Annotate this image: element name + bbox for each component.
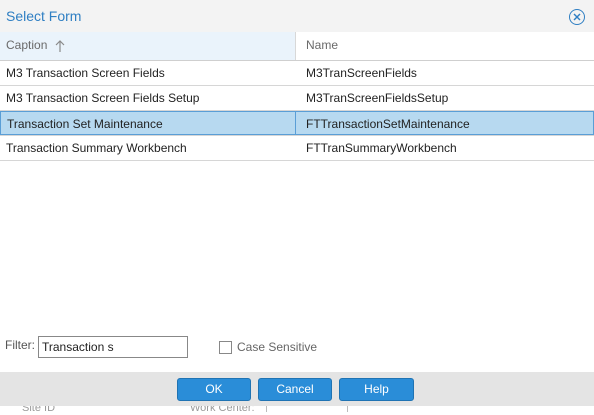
case-sensitive-label: Case Sensitive	[237, 340, 318, 354]
column-header-name-label: Name	[306, 38, 339, 52]
form-list: M3 Transaction Screen Fields M3TranScree…	[0, 61, 594, 161]
row-name: FTTransactionSetMaintenance	[296, 111, 594, 135]
help-button[interactable]: Help	[339, 378, 414, 401]
select-form-dialog: Select Form Caption Name M3 Transaction …	[0, 0, 594, 415]
close-x-glyph	[573, 13, 581, 21]
row-name: FTTranSummaryWorkbench	[306, 141, 457, 155]
table-row-selected[interactable]: Transaction Set Maintenance FTTransactio…	[0, 111, 594, 136]
column-header-caption-label: Caption	[6, 38, 48, 52]
background-select	[266, 406, 348, 412]
column-header-name[interactable]: Name	[296, 32, 594, 60]
background-window-strip: Site ID Work Center:	[0, 406, 594, 415]
ok-button[interactable]: OK	[177, 378, 251, 401]
row-caption: M3 Transaction Screen Fields	[6, 66, 165, 80]
dialog-titlebar: Select Form	[0, 0, 594, 33]
row-caption: Transaction Summary Workbench	[6, 141, 187, 155]
row-caption: M3 Transaction Screen Fields Setup	[6, 91, 200, 105]
row-name: M3TranScreenFields	[306, 66, 417, 80]
filter-input[interactable]	[38, 336, 188, 358]
sort-ascending-icon	[55, 32, 65, 63]
table-row[interactable]: M3 Transaction Screen Fields M3TranScree…	[0, 61, 594, 86]
row-caption: Transaction Set Maintenance	[0, 111, 296, 135]
table-row[interactable]: Transaction Summary Workbench FTTranSumm…	[0, 136, 594, 161]
background-work-center-label: Work Center:	[190, 406, 255, 414]
grid-header: Caption Name	[0, 32, 594, 61]
dialog-title: Select Form	[6, 8, 82, 24]
case-sensitive-checkbox[interactable]	[219, 341, 232, 354]
filter-label: Filter:	[5, 338, 35, 352]
row-name: M3TranScreenFieldsSetup	[306, 91, 449, 105]
column-header-caption[interactable]: Caption	[0, 32, 296, 60]
cancel-button[interactable]: Cancel	[258, 378, 332, 401]
background-site-label: Site ID	[22, 406, 56, 414]
table-row[interactable]: M3 Transaction Screen Fields Setup M3Tra…	[0, 86, 594, 111]
close-icon[interactable]	[569, 9, 585, 25]
dialog-footer: OK Cancel Help	[0, 372, 594, 406]
